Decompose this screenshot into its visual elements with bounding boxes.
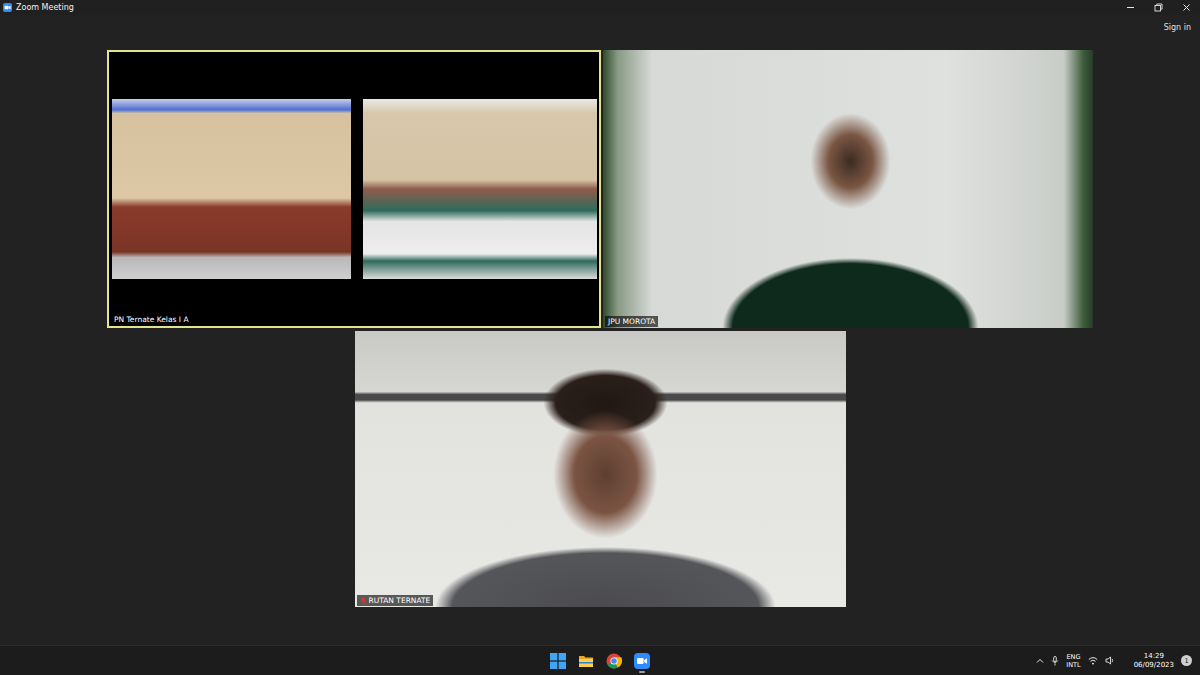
participant-label: PN Ternate Kelas I A xyxy=(111,314,192,325)
participant-video xyxy=(355,331,846,607)
restore-button[interactable] xyxy=(1144,0,1172,15)
clock-date: 06/09/2023 xyxy=(1134,661,1174,670)
courtroom-video xyxy=(112,99,351,279)
minimize-icon xyxy=(1126,3,1135,12)
language-code: ENG xyxy=(1066,653,1080,661)
participant-label: RUTAN TERNATE xyxy=(357,595,434,606)
zoom-app-icon xyxy=(634,653,650,669)
courtroom-feeds xyxy=(109,52,599,326)
window-title: Zoom Meeting xyxy=(16,3,74,12)
close-icon xyxy=(1182,3,1191,12)
wifi-icon[interactable] xyxy=(1088,656,1098,665)
muted-mic-icon xyxy=(360,597,367,605)
system-tray: ENGINTL 14:2906/09/2023 1 xyxy=(654,652,1200,670)
folder-icon xyxy=(578,653,594,669)
close-button[interactable] xyxy=(1172,0,1200,15)
participant-name: RUTAN TERNATE xyxy=(369,596,431,605)
meeting-stage: Sign in PN Ternate Kelas I A JPU MOROTA RUT… xyxy=(0,15,1200,645)
video-tile[interactable]: RUTAN TERNATE xyxy=(355,331,846,607)
taskbar-apps xyxy=(546,648,654,674)
gallery-row: RUTAN TERNATE xyxy=(355,331,846,607)
participant-video xyxy=(603,50,1093,328)
taskbar-app-button[interactable] xyxy=(630,648,654,674)
courtroom-video xyxy=(363,99,597,279)
video-tile[interactable]: PN Ternate Kelas I A xyxy=(107,50,601,328)
language-code: INTL xyxy=(1066,661,1080,669)
sign-in-link[interactable]: Sign in xyxy=(1164,23,1191,32)
start-icon xyxy=(550,653,566,669)
participant-label: JPU MOROTA xyxy=(605,316,658,327)
participant-name: JPU MOROTA xyxy=(608,317,655,326)
running-indicator xyxy=(639,671,645,673)
chrome-icon xyxy=(606,653,622,669)
zoom-logo-icon xyxy=(3,3,12,12)
minimize-button[interactable] xyxy=(1116,0,1144,15)
sign-in-row: Sign in xyxy=(0,17,1200,37)
clock-time: 14:29 xyxy=(1144,652,1164,661)
chevron-up-icon[interactable] xyxy=(1036,657,1044,665)
title-bar: Zoom Meeting xyxy=(0,0,1200,15)
taskbar: ENGINTL 14:2906/09/2023 1 xyxy=(0,645,1200,675)
input-language[interactable]: ENGINTL xyxy=(1066,653,1080,669)
restore-icon xyxy=(1154,3,1163,12)
taskbar-app-button[interactable] xyxy=(602,648,626,674)
microphone-icon[interactable] xyxy=(1051,656,1059,666)
gallery-row: PN Ternate Kelas I A JPU MOROTA xyxy=(107,50,1093,328)
speaker-icon[interactable] xyxy=(1105,656,1115,665)
taskbar-app-button[interactable] xyxy=(546,648,570,674)
notification-badge[interactable]: 1 xyxy=(1181,655,1192,666)
taskbar-app-button[interactable] xyxy=(574,648,598,674)
video-tile[interactable]: JPU MOROTA xyxy=(603,50,1093,328)
participant-name: PN Ternate Kelas I A xyxy=(114,315,189,324)
clock[interactable]: 14:2906/09/2023 xyxy=(1134,652,1174,670)
